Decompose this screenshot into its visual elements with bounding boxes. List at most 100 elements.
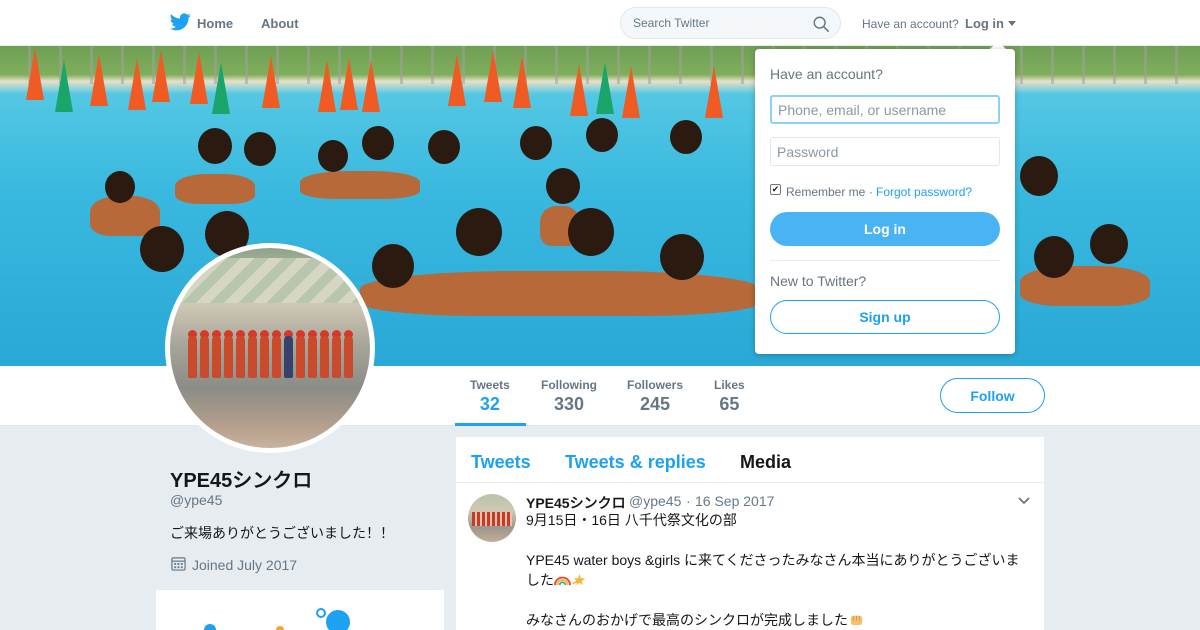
banner-swimmer-head — [670, 120, 702, 154]
stat-label: Likes — [714, 378, 745, 392]
banner-swimmer-head — [1034, 236, 1074, 278]
banner-cone — [484, 50, 502, 102]
tweet-text-fragment: した — [526, 572, 554, 588]
tweet-text-line: した — [526, 570, 1026, 590]
tweet-separator: · — [686, 493, 691, 509]
banner-cone — [622, 66, 640, 118]
profile-avatar[interactable] — [165, 243, 375, 453]
login-menu-toggle[interactable]: Log in — [965, 16, 1004, 31]
banner-swimmer-head — [428, 130, 460, 164]
remember-me-checkbox[interactable]: ✔ — [770, 184, 781, 195]
banner-swimmer-head — [456, 208, 502, 256]
tab-tweets-replies[interactable]: Tweets & replies — [565, 452, 706, 473]
tweet-avatar[interactable] — [468, 494, 516, 542]
avatar-figure — [308, 336, 317, 378]
banner-cone — [570, 64, 588, 116]
tweet-text-line: YPE45 water boys &girls に来てくださったみなさん本当にあ… — [526, 552, 1020, 568]
twitter-bird-icon[interactable] — [170, 13, 191, 31]
forgot-password-link[interactable]: Forgot password? — [876, 185, 972, 199]
profile-joined-date: Joined July 2017 — [192, 557, 298, 573]
avatar-figure — [296, 336, 305, 378]
stat-following[interactable]: Following 330 — [541, 378, 597, 415]
photo-thumbnail-decoration — [316, 608, 326, 618]
profile-name[interactable]: YPE45シンクロ — [170, 464, 312, 493]
banner-cone — [262, 56, 280, 108]
dropdown-pointer — [990, 41, 1006, 49]
stat-label: Following — [541, 378, 597, 392]
dropdown-separator: · — [869, 185, 873, 199]
banner-cone — [362, 60, 380, 112]
banner-swimmer-head — [586, 118, 618, 152]
stat-followers[interactable]: Followers 245 — [627, 378, 683, 415]
banner-cone — [26, 48, 44, 100]
chevron-down-icon[interactable] — [1018, 497, 1030, 505]
avatar-figure — [224, 336, 233, 378]
calendar-icon — [171, 557, 186, 571]
banner-swimmer-head — [1090, 224, 1128, 264]
login-dropdown: Have an account? ✔ Remember me · Forgot … — [755, 49, 1015, 354]
avatar-figure — [236, 336, 245, 378]
tweet-text-line: 9月15日・16日 八千代祭文化の部 — [526, 512, 737, 528]
avatar-figure — [200, 336, 209, 378]
banner-cone — [705, 66, 723, 118]
search-input[interactable] — [633, 16, 803, 30]
avatar-figure — [212, 336, 221, 378]
timeline: Tweets Tweets & replies Media YPE45シンクロ … — [456, 437, 1044, 630]
avatar-figure — [284, 336, 293, 378]
tab-media[interactable]: Media — [740, 452, 791, 473]
search-box — [620, 7, 841, 39]
banner-swimmer-head — [660, 234, 704, 280]
new-to-twitter-text: New to Twitter? — [770, 273, 867, 289]
search-icon[interactable] — [812, 15, 830, 33]
avatar-figure — [188, 336, 197, 378]
stat-likes[interactable]: Likes 65 — [714, 378, 745, 415]
remember-me-label[interactable]: Remember me — [786, 185, 865, 199]
photo-thumbnail-decoration — [276, 626, 284, 630]
profile-bio: ご来場ありがとうございました！！ — [170, 525, 394, 541]
banner-swimmer-head — [362, 126, 394, 160]
avatar-figure — [332, 336, 341, 378]
password-field[interactable] — [770, 137, 1000, 166]
photo-thumbnail-decoration — [204, 624, 216, 630]
banner-swimmer-head — [568, 208, 614, 256]
banner-cone — [90, 54, 108, 106]
photos-and-videos-card[interactable] — [156, 590, 444, 630]
banner-cone — [340, 58, 358, 110]
username-field[interactable] — [770, 95, 1000, 124]
active-stat-underline — [455, 423, 526, 426]
banner-cone — [513, 56, 531, 108]
tweet-date[interactable]: 16 Sep 2017 — [695, 493, 774, 509]
banner-swimmer-head — [105, 171, 135, 203]
banner-swimmer-body — [360, 271, 760, 316]
stat-label: Followers — [627, 378, 684, 392]
banner-swimmer-body — [175, 174, 255, 204]
nav-home-link[interactable]: Home — [197, 16, 233, 31]
tweet-avatar-figures — [472, 512, 512, 526]
login-button[interactable]: Log in — [770, 212, 1000, 246]
stat-value: 330 — [553, 394, 585, 414]
avatar-figure — [248, 336, 257, 378]
tab-tweets[interactable]: Tweets — [471, 452, 531, 473]
stat-label: Tweets — [470, 378, 510, 392]
timeline-tabs: Tweets Tweets & replies Media — [456, 437, 1044, 483]
banner-cone — [152, 50, 170, 102]
avatar-figure — [260, 336, 269, 378]
nav-about-link[interactable]: About — [261, 16, 299, 31]
avatar-figure — [272, 336, 281, 378]
banner-swimmer-head — [1020, 156, 1058, 196]
banner-cone — [596, 62, 614, 114]
follow-button[interactable]: Follow — [940, 378, 1045, 413]
signup-button[interactable]: Sign up — [770, 300, 1000, 334]
banner-swimmer-head — [546, 168, 580, 204]
top-nav: Home About Have an account? Log in — [0, 0, 1200, 46]
banner-cone — [190, 52, 208, 104]
banner-swimmer-head — [244, 132, 276, 166]
banner-cone — [55, 60, 73, 112]
banner-cone — [448, 54, 466, 106]
chevron-down-icon[interactable] — [1008, 21, 1016, 26]
banner-swimmer-head — [318, 140, 348, 172]
profile-handle[interactable]: @ype45 — [170, 492, 222, 508]
have-account-text: Have an account? — [862, 17, 959, 31]
stat-tweets[interactable]: Tweets 32 — [470, 378, 510, 415]
tweet-author-handle[interactable]: @ype45 — [629, 493, 681, 509]
